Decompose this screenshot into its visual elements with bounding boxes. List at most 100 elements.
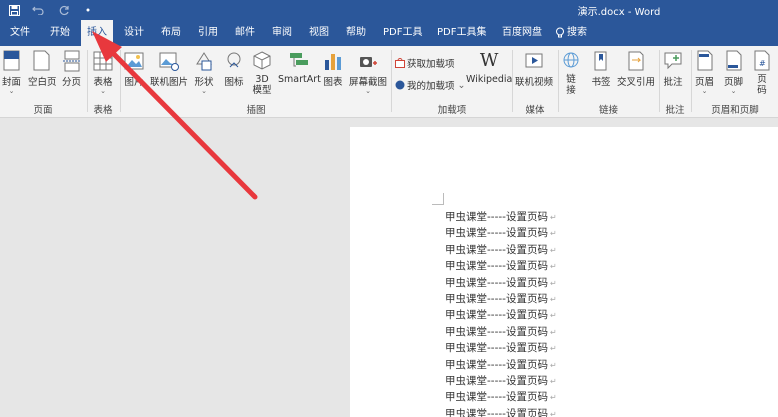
paragraph-text: 甲虫课堂-----设置页码 xyxy=(445,375,548,387)
document-paragraph[interactable]: 甲虫课堂-----设置页码 ↵ xyxy=(445,275,557,291)
tab-pdf-toolset[interactable]: PDF工具集 xyxy=(431,20,492,46)
tab-mailings[interactable]: 邮件 xyxy=(229,20,261,46)
ribbon-tabs: 文件 开始 插入 设计 布局 引用 邮件 审阅 视图 帮助 PDF工具 PDF工… xyxy=(0,20,778,46)
wikipedia-button[interactable]: W Wikipedia xyxy=(466,50,512,85)
paragraph-text: 甲虫课堂-----设置页码 xyxy=(445,211,548,223)
page-number-button[interactable]: # 页 码 xyxy=(753,50,771,96)
smartart-label: SmartArt xyxy=(278,74,321,85)
document-paragraph[interactable]: 甲虫课堂-----设置页码 ↵ xyxy=(445,242,557,258)
page-break-button[interactable]: 分页 xyxy=(62,50,81,88)
tab-home[interactable]: 开始 xyxy=(44,20,76,46)
paragraph-mark-icon: ↵ xyxy=(549,213,557,222)
globe-link-icon xyxy=(563,52,579,68)
icons-button[interactable]: 图标 xyxy=(224,50,244,88)
document-paragraph[interactable]: 甲虫课堂-----设置页码 ↵ xyxy=(445,225,557,241)
tab-design[interactable]: 设计 xyxy=(118,20,150,46)
paragraph-mark-icon: ↵ xyxy=(549,278,557,288)
3d-models-button[interactable]: 3D 模型 xyxy=(252,50,272,96)
shapes-button[interactable]: 形状 ⌄ xyxy=(194,50,214,95)
picture-button[interactable]: 图片 xyxy=(124,50,144,88)
link-label-line2: 接 xyxy=(566,85,576,96)
blank-page-button[interactable]: 空白页 xyxy=(28,50,57,88)
addins-icon xyxy=(395,80,405,90)
tab-review[interactable]: 审阅 xyxy=(266,20,298,46)
paragraph-text: 甲虫课堂-----设置页码 xyxy=(445,407,548,417)
document-paragraph[interactable]: 甲虫课堂-----设置页码 ↵ xyxy=(445,307,557,323)
tab-file[interactable]: 文件 xyxy=(4,20,36,46)
document-paragraph[interactable]: 甲虫课堂-----设置页码 ↵ xyxy=(445,324,557,340)
paragraph-mark-icon: ↵ xyxy=(549,393,557,403)
document-paragraph[interactable]: 甲虫课堂-----设置页码 ↵ xyxy=(445,340,557,356)
link-button[interactable]: 链 接 xyxy=(561,50,581,96)
video-icon xyxy=(525,53,543,68)
tab-baidu-netdisk[interactable]: 百度网盘 xyxy=(496,20,548,46)
group-label-illustrations: 插图 xyxy=(246,105,266,116)
smartart-icon xyxy=(290,53,309,67)
3d-models-label-line2: 模型 xyxy=(252,85,272,96)
new-comment-button[interactable]: 批注 xyxy=(663,50,683,88)
shapes-icon xyxy=(196,52,212,71)
paragraph-text: 甲虫课堂-----设置页码 xyxy=(445,391,548,404)
tab-search[interactable]: 搜索 xyxy=(549,20,593,46)
document-paragraph[interactable]: 甲虫课堂-----设置页码 ↵ xyxy=(445,291,557,307)
tab-view[interactable]: 视图 xyxy=(303,20,335,46)
cover-page-button[interactable]: 封面 ⌄ xyxy=(2,50,21,95)
online-picture-button[interactable]: 联机图片 xyxy=(150,50,188,88)
document-paragraph[interactable]: 甲虫课堂-----设置页码 ↵ xyxy=(445,373,557,389)
paragraph-mark-icon: ↵ xyxy=(549,229,557,239)
screenshot-button[interactable]: 屏幕截图 ⌄ xyxy=(349,50,387,95)
group-label-media: 媒体 xyxy=(525,105,545,116)
my-addins-label: 我的加载项 xyxy=(407,81,455,92)
table-button[interactable]: 表格 ⌄ xyxy=(93,50,113,95)
link-label-line1: 链 xyxy=(566,74,576,85)
cross-reference-icon xyxy=(628,51,644,71)
document-canvas[interactable]: 甲虫课堂-----设置页码 ↵ 甲虫课堂-----设置页码 ↵ 甲虫课堂-----设置页… xyxy=(0,119,778,417)
document-paragraph[interactable]: 甲虫课堂-----设置页码 ↵ xyxy=(445,258,557,274)
paragraph-mark-icon: ↵ xyxy=(549,311,557,321)
group-label-tables: 表格 xyxy=(93,105,113,116)
header-button[interactable]: 页眉 ⌄ xyxy=(695,50,714,95)
paragraph-text: 甲虫课堂-----设置页码 xyxy=(445,342,548,355)
group-label-header-footer: 页眉和页脚 xyxy=(711,105,759,116)
cross-reference-button[interactable]: 交叉引用 xyxy=(617,50,655,88)
chevron-down-icon: ⌄ xyxy=(701,87,708,95)
document-page[interactable]: 甲虫课堂-----设置页码 ↵ 甲虫课堂-----设置页码 ↵ 甲虫课堂-----设置页… xyxy=(350,127,778,417)
smartart-button[interactable]: SmartArt xyxy=(278,50,321,85)
chevron-down-icon: ⌄ xyxy=(8,87,15,95)
store-icon xyxy=(395,58,405,68)
3d-models-label-line1: 3D xyxy=(255,74,269,85)
group-label-comments: 批注 xyxy=(665,105,685,116)
picture-label: 图片 xyxy=(124,77,144,88)
document-paragraph[interactable]: 甲虫课堂-----设置页码 ↵ xyxy=(445,406,557,417)
paragraph-text: 甲虫课堂-----设置页码 xyxy=(445,358,548,371)
bookmark-button[interactable]: 书签 xyxy=(591,50,611,88)
chevron-down-icon: ⌄ xyxy=(365,87,371,95)
paragraph-mark-icon: ↵ xyxy=(549,295,557,304)
page-number-icon: # xyxy=(754,50,770,71)
cube-icon xyxy=(253,51,271,70)
paragraph-mark-icon: ↵ xyxy=(549,327,557,337)
online-picture-label: 联机图片 xyxy=(150,77,189,88)
tab-layout[interactable]: 布局 xyxy=(155,20,187,46)
tab-references[interactable]: 引用 xyxy=(192,20,224,46)
margin-corner-mark xyxy=(432,193,444,205)
comment-label: 批注 xyxy=(663,77,683,88)
my-addins-button[interactable]: 我的加载项 ⌄ xyxy=(395,78,465,92)
wikipedia-label: Wikipedia xyxy=(466,74,513,85)
tab-insert[interactable]: 插入 xyxy=(81,20,113,46)
online-video-label: 联机视频 xyxy=(515,77,554,88)
tab-help[interactable]: 帮助 xyxy=(340,20,372,46)
header-icon xyxy=(697,50,712,71)
document-paragraph[interactable]: 甲虫课堂-----设置页码 ↵ xyxy=(445,357,557,373)
chart-label: 图表 xyxy=(323,77,343,88)
chart-button[interactable]: 图表 xyxy=(323,50,343,88)
get-addins-button[interactable]: 获取加载项 xyxy=(395,56,455,70)
document-paragraph[interactable]: 甲虫课堂-----设置页码 ↵ xyxy=(445,389,557,405)
tab-pdf-tools[interactable]: PDF工具 xyxy=(377,20,428,46)
document-paragraph[interactable]: 甲虫课堂-----设置页码 ↵ xyxy=(445,209,557,225)
online-video-button[interactable]: 联机视频 xyxy=(515,50,553,88)
chevron-down-icon: ⌄ xyxy=(730,87,737,95)
footer-button[interactable]: 页脚 ⌄ xyxy=(724,50,743,95)
icons-icon xyxy=(227,52,241,68)
picture-icon xyxy=(124,52,144,70)
